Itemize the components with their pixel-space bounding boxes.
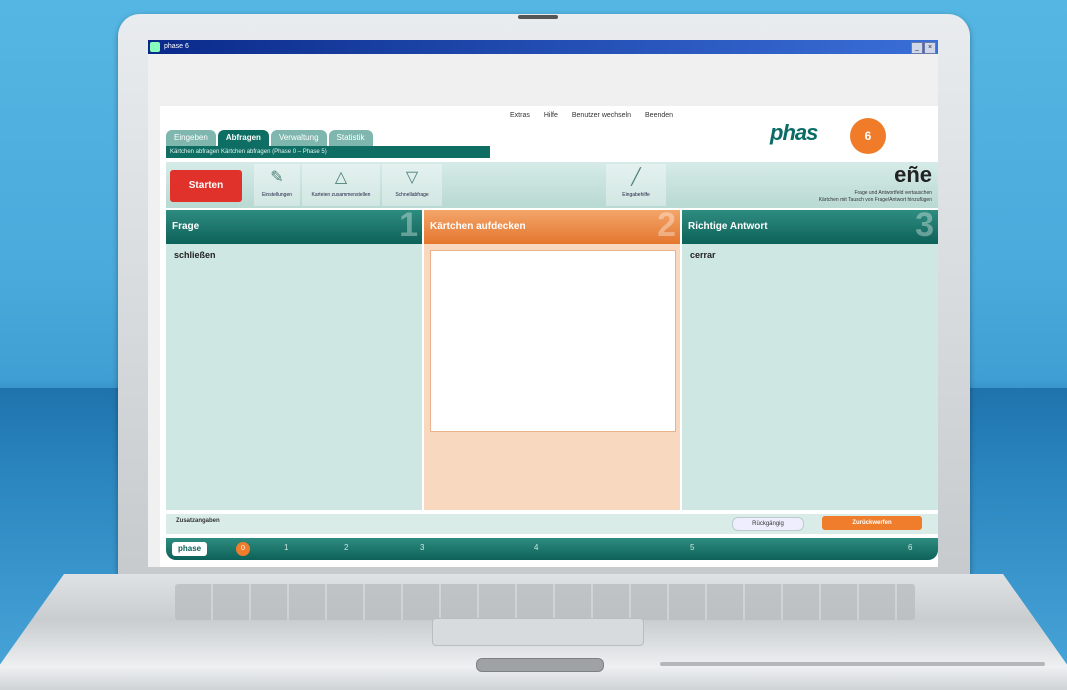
funnel-icon: ▽ [405, 169, 419, 186]
phase-2[interactable]: 2 [344, 543, 348, 552]
panel-header: Kärtchen aufdecken 2 [424, 206, 680, 244]
phase-3[interactable]: 3 [420, 543, 424, 552]
quick-query-button[interactable]: ▽ Schnellabfrage [382, 164, 442, 206]
current-phase: 0 [236, 542, 250, 556]
option-swap[interactable]: Frage und Antwortfeld vertauschen [819, 190, 932, 197]
logo: phas [770, 120, 818, 145]
start-button[interactable]: Starten [170, 170, 242, 202]
logo-badge: 6 [850, 118, 886, 154]
close-icon[interactable]: × [924, 42, 936, 54]
app-window: Extras Hilfe Benutzer wechseln Beenden p… [160, 106, 938, 567]
footer-bar: Zusatzangaben Rückgängig Zurückwerfen [166, 514, 938, 534]
pen-icon: ╱ [631, 169, 641, 186]
breadcrumb: Kärtchen abfragen Kärtchen abfragen (Pha… [166, 146, 490, 158]
top-menu: Extras Hilfe Benutzer wechseln Beenden [510, 112, 673, 119]
menu-hilfe[interactable]: Hilfe [544, 112, 558, 119]
panel-header: Richtige Antwort 3 [682, 206, 938, 244]
window-controls: _ × [911, 42, 936, 54]
panel-header: Frage 1 [166, 206, 422, 244]
question-panel: Frage 1 schließen [166, 206, 422, 510]
laptop-keyboard [175, 584, 915, 620]
additional-info-label[interactable]: Zusatzangaben [176, 518, 220, 524]
answer-panel: Richtige Antwort 3 cerrar [682, 206, 938, 510]
laptop-trackpad [432, 618, 644, 646]
tab-statistik[interactable]: Statistik [328, 130, 373, 146]
laptop-latch [476, 658, 604, 672]
main-tabs: Eingeben Abfragen Verwaltung Statistik [166, 130, 373, 146]
window-title: phase 6 [164, 43, 189, 50]
phase-6[interactable]: 6 [908, 543, 912, 552]
menu-extras[interactable]: Extras [510, 112, 530, 119]
card-panels: Frage 1 schließen Kärtchen aufdecken 2 R… [166, 206, 938, 510]
menu-benutzer-wechseln[interactable]: Benutzer wechseln [572, 112, 631, 119]
options: Frage und Antwortfeld vertauschen Kärtch… [819, 190, 932, 204]
tool-label: Eingabehilfe [622, 192, 650, 198]
wrench-icon: ✎ [270, 169, 284, 186]
window-titlebar: phase 6 _ × [148, 40, 938, 54]
panel-number: 1 [399, 206, 418, 244]
panel-number: 3 [915, 206, 934, 244]
compile-button[interactable]: △ Karteien zusammenstellen [302, 164, 380, 206]
throw-back-button[interactable]: Zurückwerfen [822, 516, 922, 530]
tool-label: Karteien zusammenstellen [311, 192, 371, 198]
laptop-screen: phase 6 _ × Extras Hilfe Benutzer wechse… [148, 40, 938, 567]
answer-input-area[interactable] [430, 250, 676, 432]
input-help-button[interactable]: ╱ Eingabehilfe [606, 164, 666, 206]
tool-label: Einstellungen [261, 192, 293, 198]
phase-label: phase [172, 542, 208, 556]
language-label: eñe [894, 162, 932, 187]
undo-button[interactable]: Rückgängig [732, 517, 804, 531]
question-text: schließen [174, 250, 216, 260]
minimize-icon[interactable]: _ [911, 42, 923, 54]
panel-title: Kärtchen aufdecken [430, 221, 526, 232]
tool-label: Schnellabfrage [395, 192, 429, 198]
settings-button[interactable]: ✎ Einstellungen [254, 164, 300, 206]
phase-4[interactable]: 4 [534, 543, 538, 552]
app-icon [150, 42, 160, 52]
tab-verwaltung[interactable]: Verwaltung [270, 130, 327, 146]
triangle-icon: △ [334, 169, 348, 186]
panel-number: 2 [657, 206, 676, 244]
laptop-camera [518, 15, 558, 19]
option-add-swapped[interactable]: Kärtchen mit Tausch von Frage/Antwort hi… [819, 197, 932, 204]
tab-abfragen[interactable]: Abfragen [217, 130, 269, 146]
panel-title: Richtige Antwort [688, 221, 768, 232]
laptop-slot [660, 662, 1045, 666]
reveal-panel[interactable]: Kärtchen aufdecken 2 [424, 206, 680, 510]
toolbar: Starten ✎ Einstellungen △ Karteien zusam… [166, 162, 938, 208]
panel-title: Frage [172, 221, 200, 232]
menu-beenden[interactable]: Beenden [645, 112, 673, 119]
phase-5[interactable]: 5 [690, 543, 694, 552]
phase-bar: phase 0 1 2 3 4 5 6 [166, 538, 938, 560]
tab-eingeben[interactable]: Eingeben [166, 130, 216, 146]
phase-1[interactable]: 1 [284, 543, 288, 552]
answer-text: cerrar [690, 250, 716, 260]
